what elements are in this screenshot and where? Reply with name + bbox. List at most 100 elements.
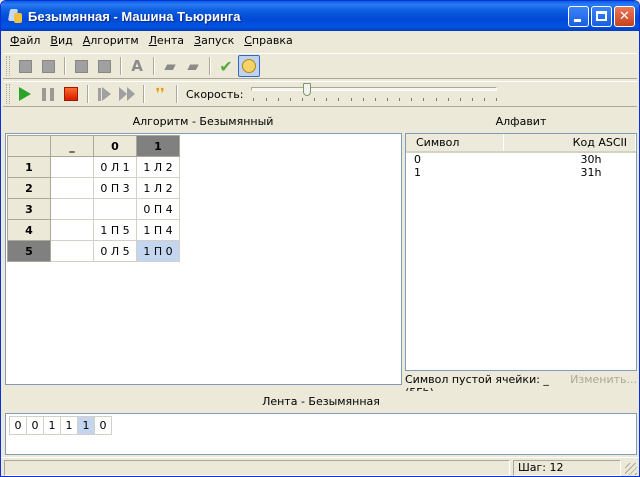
alphabet-row[interactable]: 1 31h: [406, 166, 636, 179]
algorithm-table[interactable]: _ 0 1 1 0 Л 1 1 Л 2 2 0 П 3 1 Л 2 3 0 П …: [7, 135, 180, 262]
menu-file[interactable]: Файл: [5, 32, 45, 50]
delete-column-button[interactable]: [93, 55, 115, 77]
tape: 0 0 1 1 1 0: [9, 416, 112, 435]
grid-corner[interactable]: [7, 135, 51, 157]
resize-grip[interactable]: [625, 463, 637, 475]
change-button[interactable]: Изменить...: [570, 373, 637, 387]
grid-cell[interactable]: 1 Л 2: [136, 156, 180, 178]
alphabet-ascii: 31h: [580, 166, 602, 179]
minimize-icon: [574, 19, 581, 22]
toolbar-separator: [153, 57, 155, 75]
toolbar-separator: [176, 85, 178, 103]
tape-cell[interactable]: 0: [94, 416, 112, 435]
grid-cell[interactable]: [50, 198, 94, 220]
grid-cell[interactable]: 1 П 4: [136, 219, 180, 241]
column-header-1[interactable]: 1: [136, 135, 180, 157]
stop-button[interactable]: [60, 83, 82, 105]
window-title: Безымянная - Машина Тьюринга: [28, 8, 241, 24]
slider-thumb[interactable]: [303, 83, 312, 96]
run-toolbar: ❜❜ Скорость:: [3, 81, 637, 107]
grid-cell-current[interactable]: 1 П 0: [136, 240, 180, 262]
row-header[interactable]: 3: [7, 198, 51, 220]
toolbar-separator: [209, 57, 211, 75]
eraser-button[interactable]: ▰: [159, 55, 181, 77]
close-button[interactable]: ✕: [614, 6, 635, 27]
alphabet-row[interactable]: 0 30h: [406, 152, 636, 166]
column-header-ascii[interactable]: Код ASCII: [503, 134, 637, 153]
insert-column-button[interactable]: [70, 55, 92, 77]
footsteps-icon: ❜❜: [155, 86, 165, 102]
toolbar-separator: [64, 57, 66, 75]
empty-cell-label: Символ пустой ячейки: _ (5Fh): [405, 373, 549, 399]
eraser2-button[interactable]: ▰: [182, 55, 204, 77]
menu-algorithm[interactable]: Алгоритм: [78, 32, 144, 50]
tape-cell-head[interactable]: 1: [77, 416, 95, 435]
alphabet-panel-title: Алфавит: [405, 111, 637, 133]
menu-view[interactable]: Вид: [45, 32, 77, 50]
column-header-blank[interactable]: _: [50, 135, 94, 157]
step-icon: [97, 87, 111, 101]
fast-forward-button[interactable]: [116, 83, 138, 105]
footsteps-button[interactable]: ❜❜: [149, 83, 171, 105]
alphabet-ascii: 30h: [580, 153, 602, 166]
tape-area[interactable]: 0 0 1 1 1 0: [5, 413, 637, 455]
grid-cell[interactable]: 0 П 4: [136, 198, 180, 220]
tape-cell[interactable]: 1: [60, 416, 78, 435]
check-icon: ✔: [219, 56, 233, 76]
column-header-0[interactable]: 0: [93, 135, 137, 157]
insert-row-button[interactable]: [14, 55, 36, 77]
slider-ticks: [253, 98, 498, 102]
toolbar-separator: [143, 85, 145, 103]
alphabet-symbol: 1: [414, 166, 421, 179]
menu-help[interactable]: Справка: [239, 32, 297, 50]
close-icon: ✕: [619, 9, 630, 24]
grid-cell[interactable]: [50, 219, 94, 241]
pause-button[interactable]: [37, 83, 59, 105]
app-icon: [7, 8, 23, 24]
column-header-symbol[interactable]: Символ: [406, 134, 504, 153]
row-header[interactable]: 1: [7, 156, 51, 178]
alphabet-list[interactable]: Символ Код ASCII 0 30h 1 31h: [405, 133, 637, 371]
grid-cell[interactable]: [50, 177, 94, 199]
menu-run[interactable]: Запуск: [189, 32, 239, 50]
delete-row-button[interactable]: [37, 55, 59, 77]
minimize-button[interactable]: [568, 6, 589, 27]
row-header[interactable]: 2: [7, 177, 51, 199]
grid-cell[interactable]: 0 Л 1: [93, 156, 137, 178]
check-button[interactable]: ✔: [215, 55, 237, 77]
tape-panel-title: Лента - Безымянная: [5, 391, 637, 413]
tape-cell[interactable]: 0: [26, 416, 44, 435]
grid-cell[interactable]: 0 Л 5: [93, 240, 137, 262]
grid-cell[interactable]: [93, 198, 137, 220]
slider-track: [251, 87, 498, 91]
grid-cell[interactable]: 0 П 3: [93, 177, 137, 199]
grid-cell[interactable]: [50, 240, 94, 262]
row-header[interactable]: 5: [7, 240, 51, 262]
tape-cell[interactable]: 0: [9, 416, 27, 435]
clock-button[interactable]: [238, 55, 260, 77]
play-icon: [19, 87, 31, 101]
grid-cell[interactable]: [50, 156, 94, 178]
maximize-button[interactable]: [591, 6, 612, 27]
alphabet-table: Символ Код ASCII 0 30h 1 31h: [406, 134, 637, 179]
title-bar[interactable]: Безымянная - Машина Тьюринга ✕: [1, 1, 639, 31]
step-button[interactable]: [93, 83, 115, 105]
eraser-icon: ▰: [164, 57, 176, 75]
status-step: Шаг: 12: [513, 460, 621, 476]
grid-cell[interactable]: 1 П 5: [93, 219, 137, 241]
speed-slider[interactable]: [251, 83, 499, 105]
row-header[interactable]: 4: [7, 219, 51, 241]
stop-icon: [64, 87, 78, 101]
toolbar-grip[interactable]: [6, 84, 10, 104]
toolbar-grip[interactable]: [6, 56, 10, 76]
play-button[interactable]: [14, 83, 36, 105]
insert-row-icon: [18, 59, 32, 73]
pause-icon: [42, 87, 54, 101]
algorithm-grid-area[interactable]: _ 0 1 1 0 Л 1 1 Л 2 2 0 П 3 1 Л 2 3 0 П …: [5, 133, 402, 385]
grid-cell[interactable]: 1 Л 2: [136, 177, 180, 199]
menu-tape[interactable]: Лента: [144, 32, 189, 50]
speed-label: Скорость:: [186, 87, 244, 101]
tape-cell[interactable]: 1: [43, 416, 61, 435]
menu-bar: Файл Вид Алгоритм Лента Запуск Справка: [1, 31, 639, 51]
text-button[interactable]: A: [126, 55, 148, 77]
